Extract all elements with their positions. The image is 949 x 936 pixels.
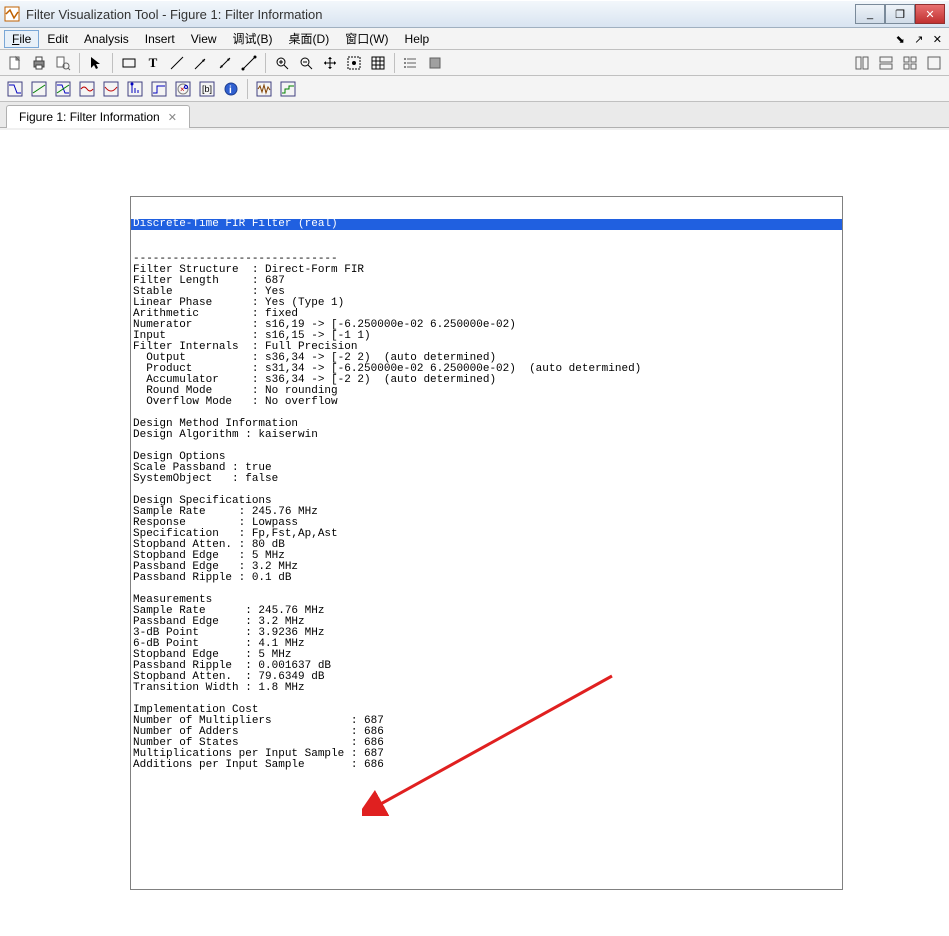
- groupdelay-icon[interactable]: [76, 78, 98, 100]
- maximize-icon: ❐: [895, 8, 905, 21]
- menu-insert[interactable]: Insert: [137, 30, 183, 48]
- maximize-button[interactable]: ❐: [885, 4, 915, 24]
- pan-icon[interactable]: [319, 52, 341, 74]
- line-icon[interactable]: [166, 52, 188, 74]
- menu-edit[interactable]: Edit: [39, 30, 76, 48]
- toolbar-divider: [79, 53, 80, 73]
- info-icon[interactable]: i: [220, 78, 242, 100]
- tab-label: Figure 1: Filter Information: [19, 110, 160, 124]
- tab-close-icon[interactable]: ✕: [168, 111, 177, 124]
- menu-file[interactable]: FFileile: [4, 30, 39, 48]
- filter-info-header: Discrete-Time FIR Filter (real): [131, 219, 842, 230]
- impulse-icon[interactable]: [124, 78, 146, 100]
- menu-help[interactable]: Help: [397, 30, 438, 48]
- undock-icon[interactable]: ↗: [911, 34, 926, 46]
- magphase-icon[interactable]: [52, 78, 74, 100]
- menu-desktop[interactable]: 桌面(D): [281, 28, 338, 49]
- menu-debug[interactable]: 调试(B): [225, 28, 281, 49]
- filter-info-textbox[interactable]: Discrete-Time FIR Filter (real) --------…: [130, 196, 843, 890]
- window-buttons: _ ❐ ✕: [855, 4, 945, 24]
- polezero-icon[interactable]: ×: [172, 78, 194, 100]
- svg-text:[b]: [b]: [202, 84, 212, 94]
- close-button[interactable]: ✕: [915, 4, 945, 24]
- arrow-icon[interactable]: [190, 52, 212, 74]
- list-icon[interactable]: [400, 52, 422, 74]
- window-title: Filter Visualization Tool - Figure 1: Fi…: [26, 7, 855, 22]
- line2-icon[interactable]: [238, 52, 260, 74]
- toolbar-analysis: × [b] i: [0, 76, 949, 102]
- step-icon[interactable]: [148, 78, 170, 100]
- zoom-out-icon[interactable]: [295, 52, 317, 74]
- dock-icon[interactable]: ⬊: [893, 34, 908, 46]
- minimize-icon: _: [867, 8, 873, 20]
- print-preview-icon[interactable]: [52, 52, 74, 74]
- rect-icon[interactable]: [118, 52, 140, 74]
- layout2-icon[interactable]: [875, 52, 897, 74]
- fit-icon[interactable]: [343, 52, 365, 74]
- tab-bar: Figure 1: Filter Information ✕: [0, 102, 949, 128]
- svg-text:i: i: [229, 85, 232, 96]
- magnitude-icon[interactable]: [4, 78, 26, 100]
- phase-icon[interactable]: [28, 78, 50, 100]
- round-icon[interactable]: [277, 78, 299, 100]
- title-bar: Filter Visualization Tool - Figure 1: Fi…: [0, 0, 949, 28]
- close-icon: ✕: [925, 8, 934, 21]
- filter-info-body: ------------------------------- Filter S…: [131, 252, 842, 773]
- menu-analysis[interactable]: Analysis: [76, 30, 137, 48]
- toolbar-divider: [247, 79, 248, 99]
- text-icon[interactable]: T: [142, 52, 164, 74]
- layout4-icon[interactable]: [923, 52, 945, 74]
- tab-figure1[interactable]: Figure 1: Filter Information ✕: [6, 105, 190, 128]
- menu-right-controls: ⬊ ↗ ✕: [893, 32, 945, 46]
- toolbar-divider: [112, 53, 113, 73]
- menu-window[interactable]: 窗口(W): [337, 28, 396, 49]
- shade-icon[interactable]: [424, 52, 446, 74]
- zoom-in-icon[interactable]: [271, 52, 293, 74]
- layout1-icon[interactable]: [851, 52, 873, 74]
- app-icon: [4, 6, 20, 22]
- coef-icon[interactable]: [b]: [196, 78, 218, 100]
- menu-bar: FFileile Edit Analysis Insert View 调试(B)…: [0, 28, 949, 50]
- new-doc-icon[interactable]: [4, 52, 26, 74]
- figure-canvas: Discrete-Time FIR Filter (real) --------…: [0, 130, 949, 936]
- grid-icon[interactable]: [367, 52, 389, 74]
- cursor-icon[interactable]: [85, 52, 107, 74]
- toolbar-divider: [394, 53, 395, 73]
- minimize-button[interactable]: _: [855, 4, 885, 24]
- close-panel-icon[interactable]: ✕: [930, 34, 945, 46]
- noise-icon[interactable]: [253, 78, 275, 100]
- menu-view[interactable]: View: [183, 30, 225, 48]
- toolbar-divider: [265, 53, 266, 73]
- layout3-icon[interactable]: [899, 52, 921, 74]
- doublearrow-icon[interactable]: [214, 52, 236, 74]
- phasedelay-icon[interactable]: [100, 78, 122, 100]
- print-icon[interactable]: [28, 52, 50, 74]
- toolbar-main: T: [0, 50, 949, 76]
